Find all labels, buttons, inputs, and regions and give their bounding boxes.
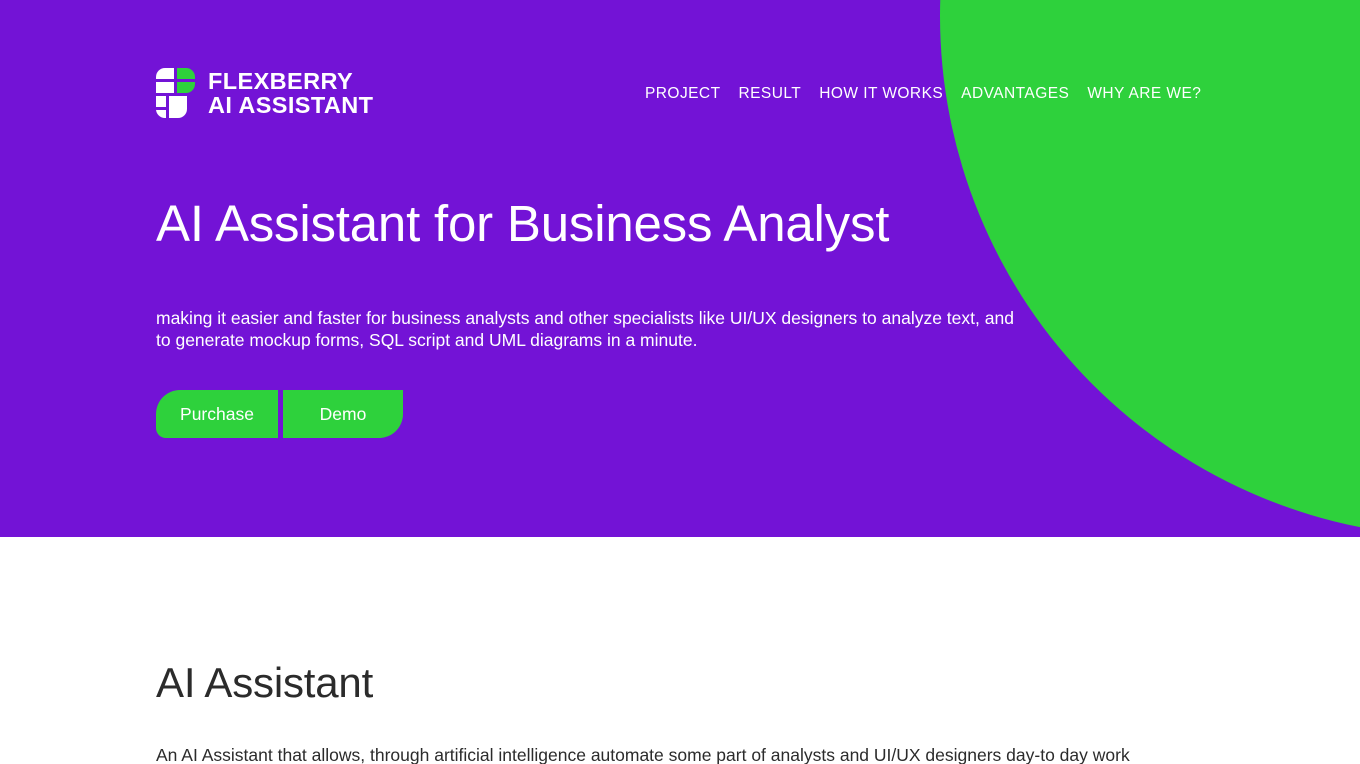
- hero-content: FLEXBERRY AI ASSISTANT PROJECT RESULT HO…: [0, 0, 1360, 537]
- main-navigation: PROJECT RESULT HOW IT WORKS ADVANTAGES W…: [645, 84, 1201, 104]
- site-header: FLEXBERRY AI ASSISTANT PROJECT RESULT HO…: [0, 0, 1360, 188]
- section-title: AI Assistant: [156, 659, 374, 706]
- hero-cta-group: Purchase Demo: [156, 390, 403, 438]
- flexberry-tiles-logo-icon: [156, 68, 195, 118]
- hero-title: AI Assistant for Business Analyst: [156, 195, 890, 252]
- nav-item-how-it-works[interactable]: HOW IT WORKS: [819, 84, 943, 104]
- brand-line-1: FLEXBERRY: [208, 68, 354, 94]
- hero-subtitle: making it easier and faster for business…: [156, 308, 1014, 350]
- purchase-button[interactable]: Purchase: [156, 390, 278, 438]
- brand-wordmark: FLEXBERRY AI ASSISTANT: [208, 69, 373, 117]
- nav-item-why-are-we[interactable]: WHY ARE WE?: [1087, 84, 1201, 104]
- brand-logo-link[interactable]: FLEXBERRY AI ASSISTANT: [156, 68, 373, 118]
- section-body-text: An AI Assistant that allows, through art…: [156, 745, 1130, 764]
- nav-item-result[interactable]: RESULT: [739, 84, 802, 104]
- nav-item-advantages[interactable]: ADVANTAGES: [961, 84, 1069, 104]
- nav-item-project[interactable]: PROJECT: [645, 84, 721, 104]
- ai-assistant-section: AI Assistant An AI Assistant that allows…: [0, 537, 1360, 764]
- hero-section: FLEXBERRY AI ASSISTANT PROJECT RESULT HO…: [0, 0, 1360, 537]
- landing-page: FLEXBERRY AI ASSISTANT PROJECT RESULT HO…: [0, 0, 1360, 764]
- brand-line-2: AI ASSISTANT: [208, 92, 374, 118]
- demo-button[interactable]: Demo: [283, 390, 403, 438]
